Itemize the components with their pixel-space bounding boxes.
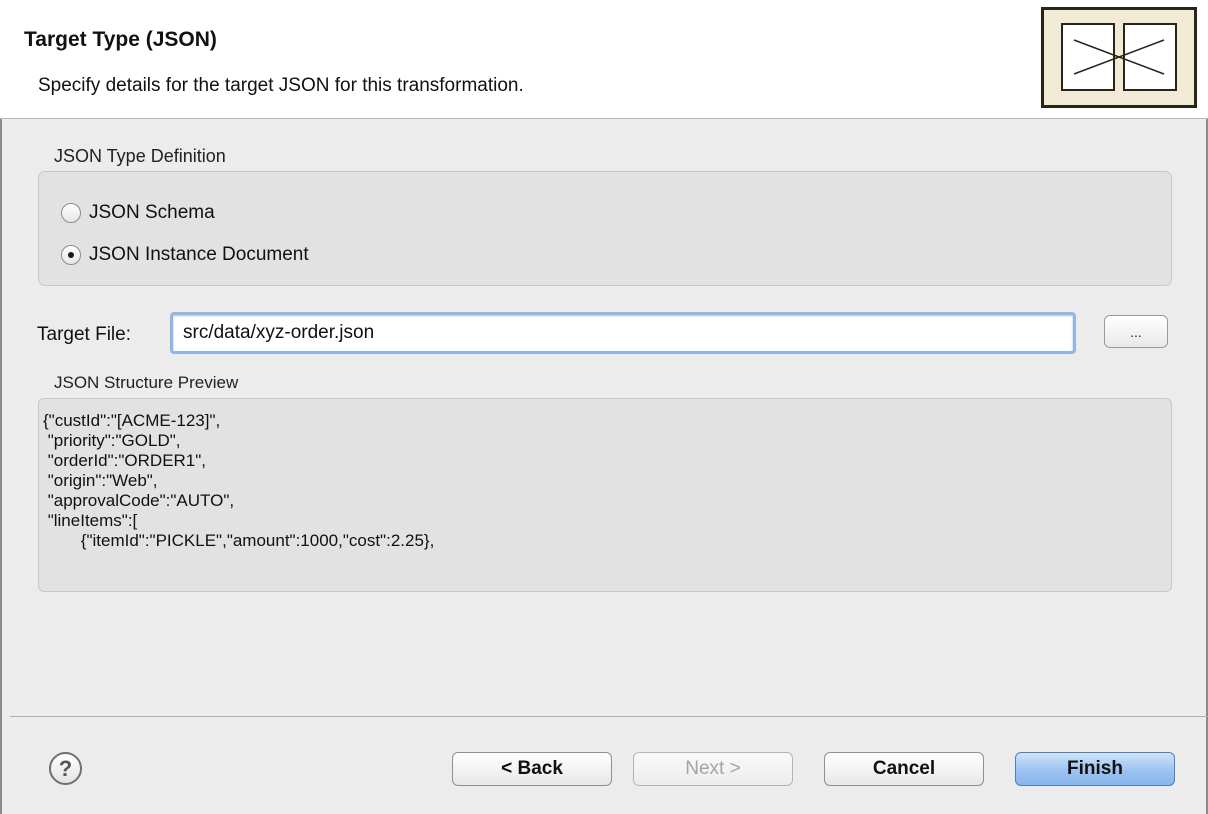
radio-button-json-instance[interactable] bbox=[61, 245, 81, 265]
wizard-header: Target Type (JSON) Specify details for t… bbox=[0, 0, 1208, 119]
radio-json-schema[interactable]: JSON Schema bbox=[61, 202, 215, 224]
type-definition-label: JSON Type Definition bbox=[54, 146, 226, 166]
json-preview-text: {"custId":"[ACME-123]", "priority":"GOLD… bbox=[43, 411, 435, 550]
target-file-label: Target File: bbox=[37, 324, 131, 345]
finish-button[interactable]: Finish bbox=[1015, 752, 1175, 786]
browse-button[interactable]: ... bbox=[1104, 315, 1168, 348]
radio-button-json-schema[interactable] bbox=[61, 203, 81, 223]
footer-separator bbox=[10, 716, 1208, 717]
radio-label-json-instance: JSON Instance Document bbox=[89, 244, 309, 265]
cancel-button[interactable]: Cancel bbox=[824, 752, 984, 786]
page-description: Specify details for the target JSON for … bbox=[38, 75, 524, 96]
help-icon[interactable]: ? bbox=[49, 752, 82, 785]
json-preview-box[interactable]: {"custId":"[ACME-123]", "priority":"GOLD… bbox=[38, 398, 1172, 592]
next-button: Next > bbox=[633, 752, 793, 786]
wizard-banner-icon bbox=[1041, 7, 1197, 108]
preview-label: JSON Structure Preview bbox=[54, 373, 239, 392]
page-title: Target Type (JSON) bbox=[24, 28, 217, 51]
back-button[interactable]: < Back bbox=[452, 752, 612, 786]
type-definition-group: JSON Schema JSON Instance Document bbox=[38, 171, 1172, 286]
radio-label-json-schema: JSON Schema bbox=[89, 202, 215, 223]
window-left-border bbox=[0, 0, 2, 814]
radio-json-instance[interactable]: JSON Instance Document bbox=[61, 244, 309, 266]
target-file-input[interactable] bbox=[170, 312, 1076, 354]
